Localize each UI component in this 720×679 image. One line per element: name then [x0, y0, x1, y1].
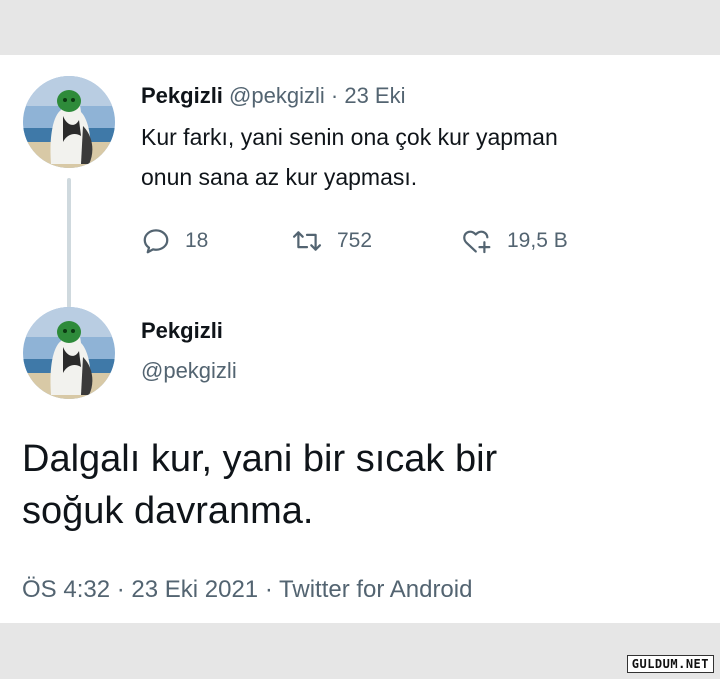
thread-connector-line [67, 178, 71, 308]
tweet-date[interactable]: 23 Eki [344, 83, 405, 108]
cat-avatar-image [23, 76, 115, 168]
reply-count: 18 [185, 229, 209, 252]
cat-avatar-image [23, 307, 115, 399]
reply-icon [143, 229, 169, 254]
tweet-timestamp[interactable]: ÖS 4:32 · 23 Eki 2021 · Twitter for Andr… [22, 576, 472, 604]
avatar[interactable] [23, 76, 115, 168]
tweet-text-line: Dalgalı kur, yani bir sıcak bir [22, 438, 498, 480]
tweet-text-line: Kur farkı, yani senin ona çok kur yapman [141, 124, 558, 150]
main-tweet-text: Dalgalı kur, yani bir sıcak bir soğuk da… [22, 433, 702, 537]
retweet-count: 752 [337, 229, 373, 252]
tweet-thread-card: Pekgizli @pekgizli · 23 Eki Kur farkı, y… [0, 55, 720, 623]
avatar[interactable] [23, 307, 115, 399]
reply-button[interactable]: 18 [141, 226, 291, 256]
tweet-text-line: onun sana az kur yapması. [141, 164, 418, 190]
quoted-tweet-text: Kur farkı, yani senin ona çok kur yapman… [141, 117, 701, 197]
author-name[interactable]: Pekgizli [141, 318, 223, 344]
tweet-text-line: soğuk davranma. [22, 490, 314, 532]
heart-plus-icon [463, 230, 491, 254]
retweet-icon [292, 231, 322, 251]
author-name[interactable]: Pekgizli [141, 83, 223, 108]
like-count: 19,5 B [507, 229, 568, 252]
separator-dot: · [330, 83, 339, 108]
author-handle[interactable]: @pekgizli [229, 83, 325, 108]
retweet-button[interactable]: 752 [291, 226, 461, 256]
like-button[interactable]: 19,5 B [461, 226, 568, 256]
tweet-actions: 18 752 19,5 B [141, 221, 661, 261]
quoted-tweet-header: Pekgizli @pekgizli · 23 Eki [141, 83, 405, 109]
author-handle[interactable]: @pekgizli [141, 358, 237, 384]
site-watermark: GULDUM.NET [626, 655, 714, 673]
